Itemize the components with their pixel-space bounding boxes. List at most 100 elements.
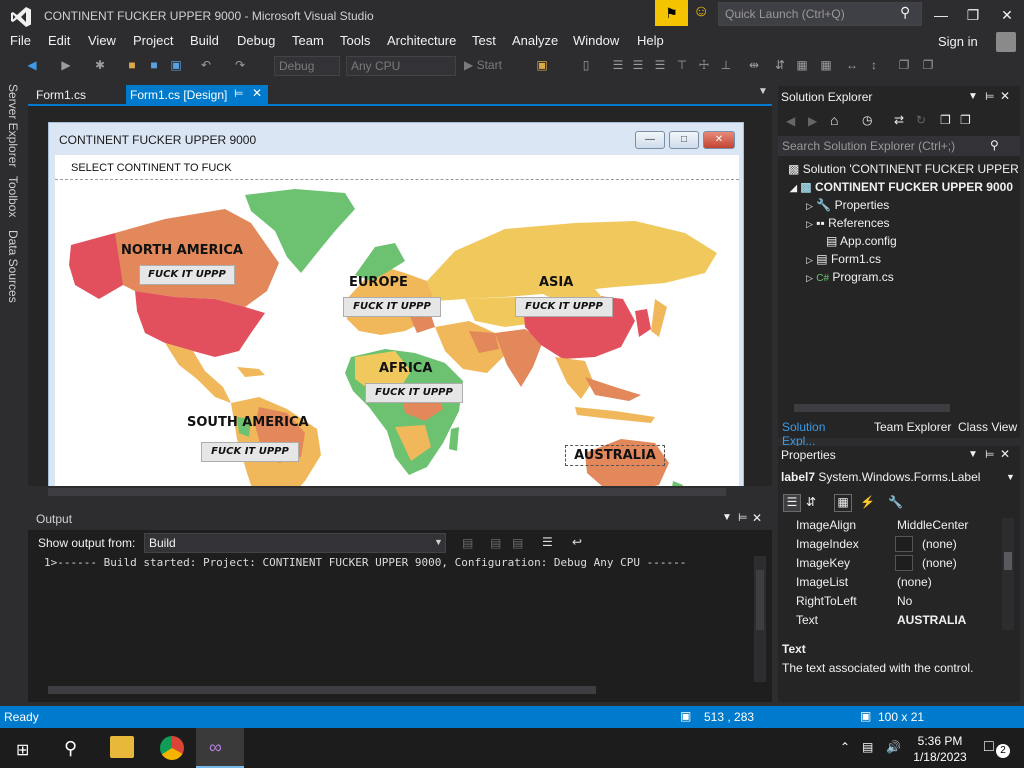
find-message-icon[interactable]: ▤ bbox=[462, 536, 473, 550]
prop-value[interactable]: No bbox=[897, 594, 912, 608]
output-close-icon[interactable]: ✕ bbox=[752, 511, 762, 525]
send-to-back-icon[interactable]: ❐ bbox=[920, 58, 936, 74]
bookmark-icon[interactable]: ▯ bbox=[578, 58, 594, 74]
prop-value[interactable]: (none) bbox=[922, 537, 957, 551]
menu-window[interactable]: Window bbox=[573, 33, 619, 48]
menu-edit[interactable]: Edit bbox=[48, 33, 70, 48]
prop-value[interactable]: (none) bbox=[922, 556, 957, 570]
fuck-button-asia[interactable]: FUCK IT UPPP bbox=[515, 297, 613, 317]
form-maximize-button[interactable]: □ bbox=[669, 131, 699, 149]
expanded-arrow-icon[interactable]: ◢ bbox=[790, 183, 797, 193]
file-explorer-icon[interactable] bbox=[110, 736, 134, 758]
prop-value[interactable]: AUSTRALIA bbox=[897, 613, 966, 627]
tab-form1-cs[interactable]: Form1.cs bbox=[30, 86, 92, 104]
props-vertical-scrollbar[interactable] bbox=[1002, 518, 1014, 630]
pin-icon[interactable]: ⊨ bbox=[234, 87, 244, 100]
prev-message-icon[interactable]: ▤ bbox=[490, 536, 501, 550]
menu-team[interactable]: Team bbox=[292, 33, 324, 48]
tree-solution[interactable]: ▩ Solution 'CONTINENT FUCKER UPPER 9 bbox=[788, 162, 1020, 176]
same-width-icon[interactable]: ⇹ bbox=[746, 58, 762, 74]
output-menu-icon[interactable]: ▼ bbox=[722, 512, 732, 523]
designer-horizontal-scrollbar[interactable] bbox=[28, 486, 772, 498]
collapsed-arrow-icon[interactable]: ▷ bbox=[806, 201, 813, 211]
start-button[interactable]: ▶ Start bbox=[464, 58, 502, 72]
scrollbar-thumb[interactable] bbox=[48, 686, 596, 694]
scrollbar-thumb[interactable] bbox=[1004, 552, 1012, 570]
output-vertical-scrollbar[interactable] bbox=[754, 556, 766, 682]
account-avatar-icon[interactable] bbox=[996, 32, 1016, 52]
redo-icon[interactable]: ↷ bbox=[232, 58, 248, 74]
save-icon[interactable]: ■ bbox=[146, 58, 162, 74]
se-back-icon[interactable]: ◀ bbox=[786, 114, 795, 128]
clock-date[interactable]: 1/18/2023 bbox=[908, 750, 972, 764]
menu-architecture[interactable]: Architecture bbox=[387, 33, 456, 48]
open-folder-icon[interactable]: ■ bbox=[124, 58, 140, 74]
align-right-icon[interactable]: ☰ bbox=[652, 58, 668, 74]
sign-in-link[interactable]: Sign in bbox=[938, 34, 978, 49]
menu-view[interactable]: View bbox=[88, 33, 116, 48]
align-middle-icon[interactable]: ☩ bbox=[696, 58, 712, 74]
server-explorer-tab[interactable]: Server Explorer bbox=[6, 84, 20, 167]
new-project-icon[interactable]: ✱ bbox=[92, 58, 108, 74]
tree-item-form1-cs[interactable]: ▷ ▤ Form1.cs bbox=[806, 252, 881, 266]
properties-object-select[interactable]: label7 System.Windows.Forms.Label bbox=[781, 470, 1017, 484]
notifications-icon[interactable]: □ bbox=[984, 738, 994, 756]
properties-view-icon[interactable]: ▦ bbox=[834, 494, 852, 512]
menu-tools[interactable]: Tools bbox=[340, 33, 370, 48]
winform-window[interactable]: CONTINENT FUCKER UPPER 9000 — □ ✕ SELECT… bbox=[48, 122, 744, 486]
save-all-icon[interactable]: ▣ bbox=[168, 58, 184, 74]
menu-help[interactable]: Help bbox=[637, 33, 664, 48]
menu-build[interactable]: Build bbox=[190, 33, 219, 48]
output-horizontal-scrollbar[interactable] bbox=[36, 684, 748, 696]
props-menu-icon[interactable]: ▼ bbox=[968, 449, 978, 460]
menu-debug[interactable]: Debug bbox=[237, 33, 275, 48]
show-all-files-icon[interactable]: ❐ bbox=[960, 113, 971, 127]
fuck-button-europe[interactable]: FUCK IT UPPP bbox=[343, 297, 441, 317]
se-horizontal-scrollbar[interactable] bbox=[780, 402, 1018, 414]
se-pin-icon[interactable]: ⊨ bbox=[985, 90, 995, 103]
collapsed-arrow-icon[interactable]: ▷ bbox=[806, 219, 813, 229]
configuration-select[interactable]: Debug bbox=[274, 56, 340, 76]
prop-value[interactable]: (none) bbox=[897, 575, 932, 589]
continent-label-north-america[interactable]: NORTH AMERICA bbox=[121, 243, 243, 258]
minimize-button[interactable]: — bbox=[926, 4, 956, 26]
volume-icon[interactable]: 🔊 bbox=[886, 740, 901, 754]
smiley-icon[interactable]: ☺ bbox=[693, 3, 709, 21]
solution-explorer-search-input[interactable]: Search Solution Explorer (Ctrl+;) bbox=[778, 136, 1020, 156]
undo-icon[interactable]: ↶ bbox=[198, 58, 214, 74]
browser-link-icon[interactable]: ▣ bbox=[534, 58, 550, 74]
forward-icon[interactable]: ▶ bbox=[58, 58, 74, 74]
output-source-select[interactable]: Build bbox=[144, 533, 446, 553]
se-close-icon[interactable]: ✕ bbox=[1000, 89, 1010, 103]
tree-item-references[interactable]: ▷ ▪▪ References bbox=[806, 216, 890, 230]
close-button[interactable]: ✕ bbox=[992, 4, 1022, 26]
se-forward-icon[interactable]: ▶ bbox=[808, 114, 817, 128]
tab-solution-explorer[interactable]: Solution Expl... bbox=[778, 418, 866, 448]
sync-icon[interactable]: ⇄ bbox=[894, 113, 904, 127]
categorized-icon[interactable]: ☰ bbox=[783, 494, 801, 512]
continent-label-south-america[interactable]: SOUTH AMERICA bbox=[187, 415, 309, 430]
align-left-icon[interactable]: ☰ bbox=[610, 58, 626, 74]
fuck-button-south-america[interactable]: FUCK IT UPPP bbox=[201, 442, 299, 462]
platform-select[interactable]: Any CPU bbox=[346, 56, 456, 76]
horizontal-spacing-icon[interactable]: ↔ bbox=[844, 58, 860, 74]
history-icon[interactable]: ◷ bbox=[862, 113, 872, 127]
maximize-button[interactable]: ❐ bbox=[958, 4, 988, 26]
toolbox-tab[interactable]: Toolbox bbox=[6, 176, 20, 217]
collapsed-arrow-icon[interactable]: ▷ bbox=[806, 255, 813, 265]
feedback-flag-icon[interactable]: ⚑ bbox=[655, 0, 688, 26]
same-height-icon[interactable]: ⇵ bbox=[772, 58, 788, 74]
grid-icon[interactable]: ▦ bbox=[818, 58, 834, 74]
form-minimize-button[interactable]: — bbox=[635, 131, 665, 149]
prop-value[interactable]: MiddleCenter bbox=[897, 518, 968, 532]
tab-form1-design[interactable]: Form1.cs [Design] ⊨ ✕ bbox=[126, 85, 268, 105]
continent-label-africa[interactable]: AFRICA bbox=[379, 361, 432, 376]
home-icon[interactable]: ⌂ bbox=[830, 112, 838, 128]
back-icon[interactable]: ◀ bbox=[24, 58, 40, 74]
props-close-icon[interactable]: ✕ bbox=[1000, 447, 1010, 461]
vertical-spacing-icon[interactable]: ↕ bbox=[866, 58, 882, 74]
form-close-button[interactable]: ✕ bbox=[703, 131, 735, 149]
menu-test[interactable]: Test bbox=[472, 33, 496, 48]
scrollbar-thumb[interactable] bbox=[48, 488, 726, 496]
se-search-icon[interactable]: ⚲ bbox=[990, 138, 999, 152]
